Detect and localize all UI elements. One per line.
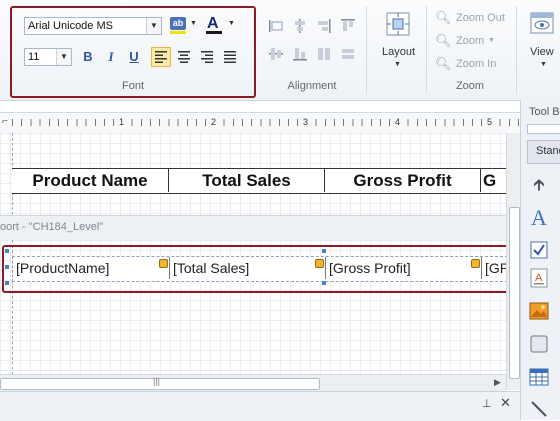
chevron-down-icon: ▼ [540, 61, 547, 68]
ribbon-separator [366, 6, 367, 94]
ruler-mark: 3 [302, 117, 310, 127]
align-bottoms-icon[interactable] [292, 46, 308, 62]
scrollbar-thumb[interactable] [509, 207, 520, 379]
toolbox-scroll[interactable] [527, 124, 560, 134]
align-middles-icon[interactable] [268, 46, 284, 62]
view-label: View [530, 46, 554, 58]
align-tops-icon[interactable] [340, 18, 356, 34]
layout-button[interactable]: Layout ▼ [376, 10, 420, 72]
view-button[interactable]: View ▼ [524, 10, 560, 72]
grip-icon: ||| [153, 376, 161, 386]
ruler-ticks [12, 119, 520, 126]
align-centers-icon[interactable] [292, 18, 308, 34]
view-icon [530, 12, 554, 34]
font-group-highlight [10, 6, 256, 98]
table-tool-icon[interactable] [528, 366, 550, 388]
zoom-in-label: Zoom In [456, 58, 497, 70]
textbox-tool-icon[interactable]: A [528, 267, 550, 289]
horizontal-ruler: ⌐ 1 2 3 4 5 [0, 112, 520, 134]
zoom-button[interactable]: 🔍︎ Zoom ▼ [434, 33, 514, 51]
group-band-label: oort - "CH184_Level" [0, 221, 104, 233]
chevron-right-icon[interactable]: ▶ [494, 377, 501, 388]
same-size-icon[interactable] [316, 46, 332, 62]
picture-tool-icon[interactable] [528, 300, 550, 322]
zoom-out-button[interactable]: 🔍︎ Zoom Out [434, 10, 514, 28]
ribbon: Arial Unicode MS ▼ ab ▼ A ▼ 11 ▼ B I U F… [0, 0, 560, 101]
line-tool-icon[interactable] [528, 398, 550, 420]
same-width-icon[interactable] [340, 46, 356, 62]
toolbox-tab-label: Standa [536, 145, 560, 157]
pointer-tool-icon[interactable]: 🡱 [528, 175, 550, 197]
ruler-mark: 2 [210, 117, 218, 127]
ribbon-separator [516, 6, 517, 94]
align-rights-icon[interactable] [316, 18, 332, 34]
magnifier-icon: 🔍︎ [435, 10, 452, 25]
align-lefts-icon[interactable] [268, 18, 284, 34]
horizontal-scrollbar[interactable]: ||| ▶ [0, 374, 506, 391]
zoom-in-button[interactable]: 🔍︎ Zoom In [434, 56, 514, 74]
layout-label: Layout [382, 46, 416, 58]
header-row: Product Name Total Sales Gross Profit G [12, 168, 506, 194]
ribbon-separator [426, 6, 427, 94]
toolbox-title: Tool B [529, 106, 560, 118]
header-cell-total-sales[interactable]: Total Sales [169, 169, 325, 192]
scrollbar-thumb[interactable]: ||| [0, 376, 320, 390]
layout-icon [386, 12, 410, 36]
checkbox-tool-icon[interactable] [528, 239, 550, 261]
header-cell-product-name[interactable]: Product Name [12, 169, 169, 192]
zoom-group-label: Zoom [455, 80, 485, 92]
pin-icon[interactable]: ⊥ [482, 397, 492, 410]
page-header-band[interactable]: Product Name Total Sales Gross Profit G [0, 133, 506, 215]
ruler-tab-marker[interactable]: ⌐ [2, 116, 8, 127]
ruler-mark: 1 [118, 117, 126, 127]
magnifier-icon: 🔍︎ [435, 33, 452, 48]
group-band-header[interactable]: oort - "CH184_Level" [0, 215, 506, 241]
chevron-down-icon: ▼ [394, 61, 401, 68]
header-cell-gp[interactable]: G [481, 169, 506, 192]
close-icon[interactable]: ✕ [500, 395, 511, 411]
chevron-down-icon: ▼ [488, 37, 495, 44]
bottom-panel-header: ⊥ ✕ [0, 391, 520, 421]
label-tool-icon[interactable]: A [528, 207, 550, 229]
ruler-mark: 5 [486, 117, 494, 127]
shape-tool-icon[interactable] [528, 333, 550, 355]
detail-row-highlight [2, 245, 514, 293]
magnifier-icon: 🔍︎ [435, 56, 452, 71]
detail-band[interactable]: [ProductName] [Total Sales] [Gross Profi… [0, 240, 514, 390]
header-cell-gross-profit[interactable]: Gross Profit [325, 169, 481, 192]
alignment-group-label: Alignment [287, 80, 337, 92]
zoom-out-label: Zoom Out [456, 12, 505, 24]
vertical-scrollbar[interactable] [506, 133, 521, 390]
svg-text:A: A [535, 272, 543, 284]
ruler-mark: 4 [394, 117, 402, 127]
toolbox-tab-standard[interactable]: Standa [527, 140, 560, 164]
zoom-label: Zoom [456, 35, 485, 47]
